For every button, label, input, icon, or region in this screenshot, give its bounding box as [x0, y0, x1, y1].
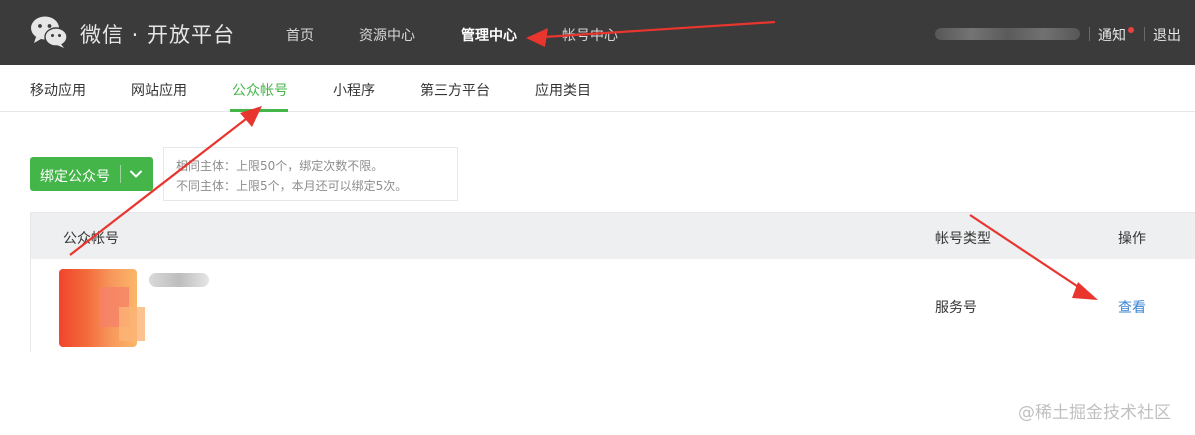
bind-button-label: 绑定公众号: [40, 169, 110, 185]
account-name-redacted: [149, 273, 209, 287]
view-link[interactable]: 查看: [1118, 297, 1146, 317]
nav-management-center[interactable]: 管理中心: [461, 25, 517, 45]
logout-link[interactable]: 退出: [1153, 25, 1181, 45]
table-row: 服务号 查看: [31, 259, 1195, 352]
watermark: @稀土掘金技术社区: [1018, 403, 1171, 423]
brand-title[interactable]: 微信 · 开放平台: [80, 19, 235, 49]
column-header-type: 帐号类型: [935, 231, 991, 247]
divider: [1144, 27, 1145, 41]
tab-mini-programs[interactable]: 小程序: [333, 80, 375, 100]
bind-official-account-button[interactable]: 绑定公众号: [30, 157, 153, 191]
chevron-down-icon[interactable]: [129, 167, 143, 181]
button-divider: [120, 165, 121, 183]
wechat-logo-icon[interactable]: [30, 15, 68, 49]
username-redacted[interactable]: [935, 28, 1080, 40]
column-header-account: 公众帐号: [63, 231, 119, 247]
account-type: 服务号: [935, 300, 977, 316]
tip-different-subject: 不同主体：上限5个，本月还可以绑定5次。: [176, 179, 408, 193]
avatar-blur: [119, 307, 145, 341]
nav-account-center[interactable]: 帐号中心: [562, 25, 618, 45]
tab-app-categories[interactable]: 应用类目: [535, 80, 591, 100]
account-avatar: [59, 269, 145, 347]
tab-third-party-platform[interactable]: 第三方平台: [420, 80, 490, 100]
sub-nav: 移动应用 网站应用 公众帐号 小程序 第三方平台 应用类目: [0, 65, 1195, 112]
column-header-action: 操作: [1118, 231, 1146, 247]
notify-badge: [1128, 27, 1134, 33]
top-bar: 微信 · 开放平台 首页 资源中心 管理中心 帐号中心 通知 退出: [0, 0, 1195, 65]
table-header: 公众帐号 帐号类型 操作: [31, 213, 1195, 259]
nav-home[interactable]: 首页: [286, 25, 314, 45]
nav-resource-center[interactable]: 资源中心: [359, 25, 415, 45]
bind-tips-box: 相同主体：上限50个，绑定次数不限。 不同主体：上限5个，本月还可以绑定5次。: [163, 147, 458, 201]
tip-same-subject: 相同主体：上限50个，绑定次数不限。: [176, 159, 384, 173]
tab-official-accounts[interactable]: 公众帐号: [232, 80, 288, 100]
tab-website-apps[interactable]: 网站应用: [131, 80, 187, 100]
tab-mobile-apps[interactable]: 移动应用: [30, 80, 86, 100]
notify-link[interactable]: 通知: [1098, 25, 1126, 45]
divider: [1089, 27, 1090, 41]
accounts-table: 公众帐号 帐号类型 操作 服务号 查看: [30, 212, 1195, 352]
active-tab-indicator: [230, 109, 288, 112]
